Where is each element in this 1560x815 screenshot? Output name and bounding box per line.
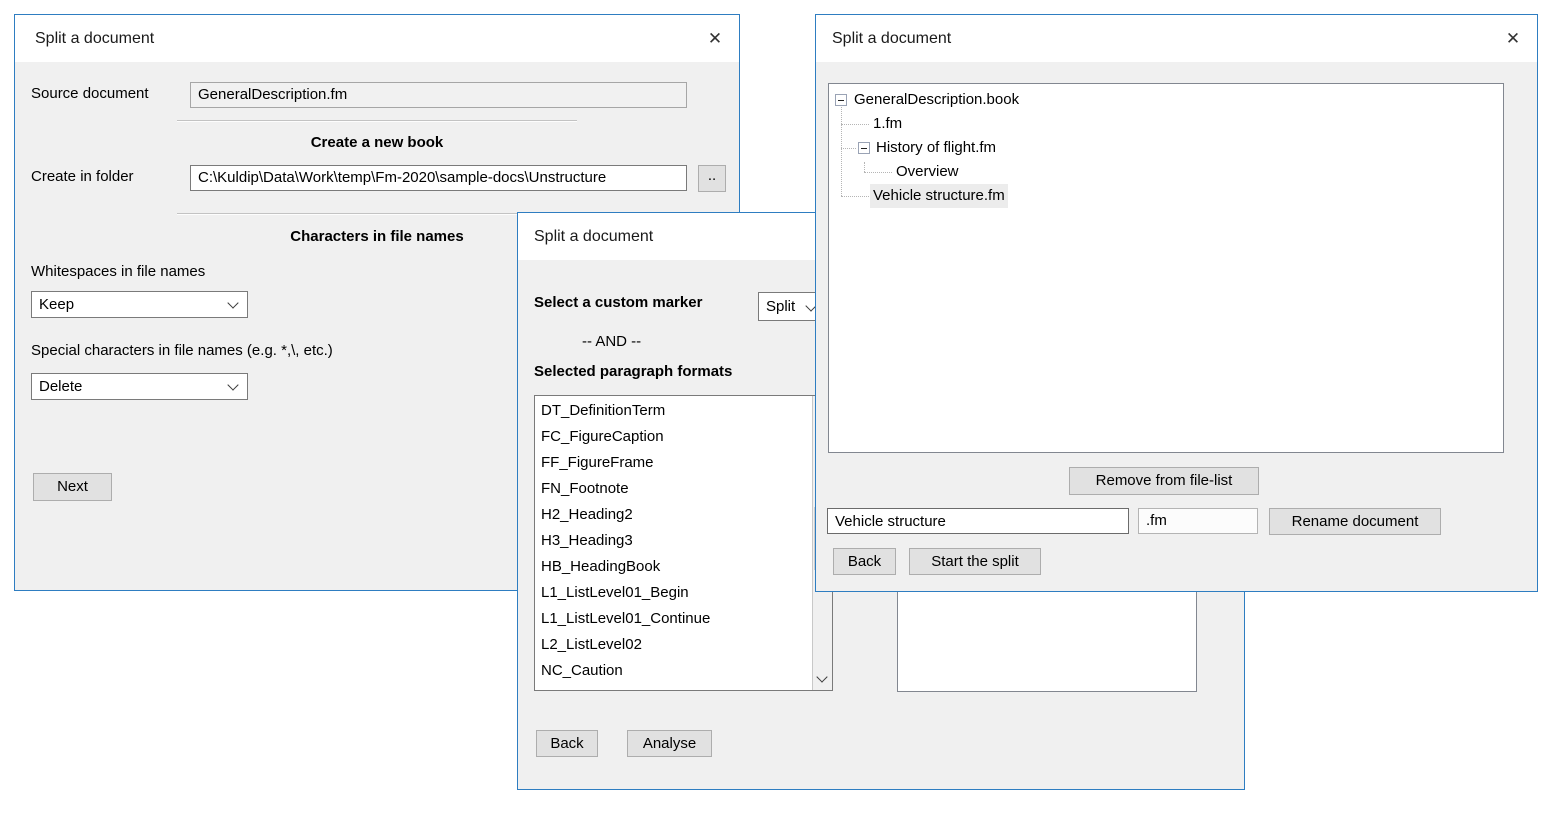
list-item[interactable]: HB_HeadingBook (535, 554, 813, 580)
list-item[interactable]: ND_Danger (535, 684, 813, 690)
tree-item[interactable]: GeneralDescription.book (829, 88, 1503, 112)
remove-from-filelist-button[interactable]: Remove from file-list (1069, 467, 1259, 495)
source-document-field[interactable]: GeneralDescription.fm (190, 82, 687, 108)
paragraph-format-list: DT_DefinitionTerm FC_FigureCaption FF_Fi… (534, 395, 833, 691)
whitespace-select[interactable]: Keep (31, 291, 248, 318)
analyse-button[interactable]: Analyse (627, 730, 712, 757)
create-book-heading: Create a new book (177, 134, 577, 151)
start-split-button[interactable]: Start the split (909, 548, 1041, 575)
custom-marker-label: Select a custom marker (534, 294, 702, 311)
chevron-down-icon (816, 671, 827, 682)
close-icon[interactable]: ✕ (695, 15, 735, 62)
tree-collapse-icon[interactable] (858, 142, 870, 154)
tree-item-label: GeneralDescription.book (851, 88, 1022, 112)
marker-select-value: Split (766, 298, 795, 315)
list-item[interactable]: FN_Footnote (535, 476, 813, 502)
selected-formats-heading: Selected paragraph formats (534, 363, 732, 380)
window3-title: Split a document (832, 15, 951, 62)
special-chars-label: Special characters in file names (e.g. *… (31, 342, 333, 359)
list-item[interactable]: H3_Heading3 (535, 528, 813, 554)
special-chars-select[interactable]: Delete (31, 373, 248, 400)
back-button[interactable]: Back (536, 730, 598, 757)
window3-titlebar[interactable]: Split a document ✕ (816, 15, 1537, 62)
window2-title: Split a document (534, 213, 653, 260)
list-item[interactable]: FC_FigureCaption (535, 424, 813, 450)
tree-item[interactable]: Overview (829, 160, 1503, 184)
source-document-label: Source document (31, 85, 149, 102)
list-item[interactable]: NC_Caution (535, 658, 813, 684)
chevron-down-icon (227, 297, 238, 308)
tree-item-label: 1.fm (870, 112, 905, 136)
tree-item-selected[interactable]: Vehicle structure.fm (829, 184, 1503, 208)
special-chars-select-value: Delete (39, 378, 82, 395)
file-tree: GeneralDescription.book 1.fm History of … (828, 83, 1504, 453)
close-icon[interactable]: ✕ (1493, 15, 1533, 62)
create-in-folder-label: Create in folder (31, 168, 134, 185)
rename-document-button[interactable]: Rename document (1269, 508, 1441, 535)
and-text: -- AND -- (582, 333, 641, 350)
list-item[interactable]: L1_ListLevel01_Begin (535, 580, 813, 606)
tree-item[interactable]: History of flight.fm (829, 136, 1503, 160)
whitespace-select-value: Keep (39, 296, 74, 313)
extension-field[interactable]: .fm (1138, 508, 1258, 534)
window1-titlebar[interactable]: Split a document ✕ (15, 15, 739, 62)
back-button[interactable]: Back (833, 548, 896, 575)
tree-item-label: Vehicle structure.fm (870, 184, 1008, 208)
paragraph-format-items: DT_DefinitionTerm FC_FigureCaption FF_Fi… (535, 396, 813, 690)
browse-button[interactable]: .. (698, 165, 726, 192)
next-button[interactable]: Next (33, 473, 112, 501)
window-split-document-step3: Split a document ✕ GeneralDescription.bo… (815, 14, 1538, 592)
separator (177, 120, 577, 122)
marker-select[interactable]: Split (758, 292, 822, 321)
folder-path-field[interactable]: C:\Kuldip\Data\Work\temp\Fm-2020\sample-… (190, 165, 687, 191)
list-item[interactable]: L1_ListLevel01_Continue (535, 606, 813, 632)
list-item[interactable]: FF_FigureFrame (535, 450, 813, 476)
tree-collapse-icon[interactable] (835, 94, 847, 106)
tree-item-label: History of flight.fm (873, 136, 999, 160)
rename-input[interactable] (827, 508, 1129, 534)
scroll-down-button[interactable] (813, 666, 832, 690)
whitespace-label: Whitespaces in file names (31, 263, 205, 280)
tree-item[interactable]: 1.fm (829, 112, 1503, 136)
list-item[interactable]: H2_Heading2 (535, 502, 813, 528)
desktop: Split a document ✕ Source document Gener… (0, 0, 1560, 815)
window1-title: Split a document (35, 15, 154, 62)
tree-item-label: Overview (893, 160, 962, 184)
chevron-down-icon (227, 379, 238, 390)
list-item[interactable]: DT_DefinitionTerm (535, 398, 813, 424)
list-item[interactable]: L2_ListLevel02 (535, 632, 813, 658)
